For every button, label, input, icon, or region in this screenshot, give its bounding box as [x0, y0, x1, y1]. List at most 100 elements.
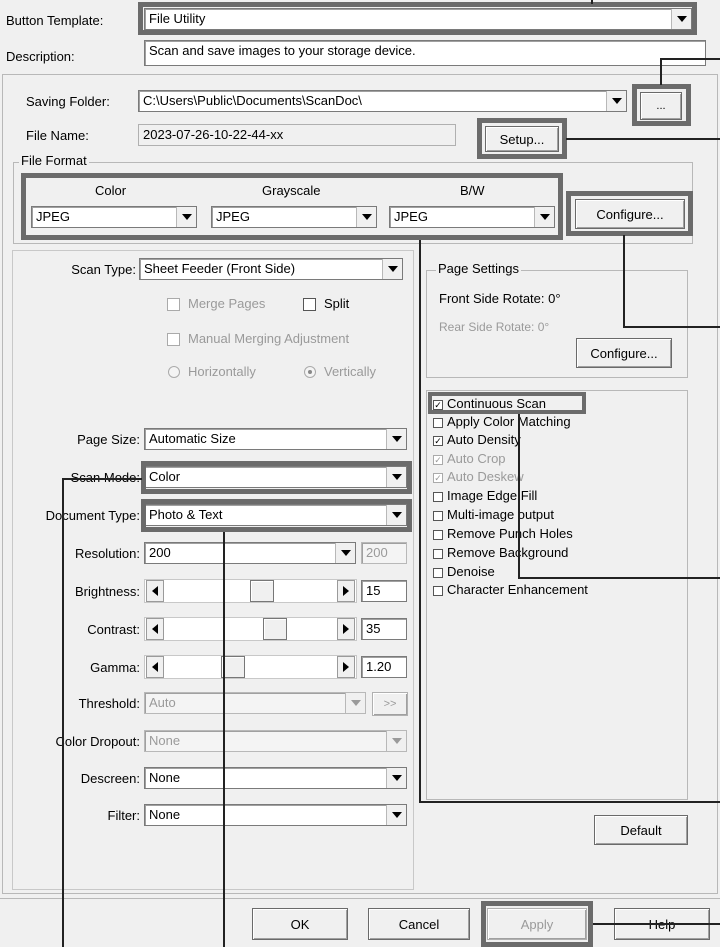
file-format-title: File Format [19, 153, 89, 168]
chevron-down-icon[interactable] [386, 731, 406, 751]
option-checkbox[interactable]: ✓ [433, 454, 443, 465]
split-checkbox[interactable] [303, 298, 316, 311]
document-type-value: Photo & Text [149, 507, 223, 522]
file-name-label: File Name: [26, 128, 89, 143]
option-checkbox[interactable] [433, 567, 443, 578]
option-auto-deskew[interactable]: ✓ Auto Deskew [433, 469, 524, 487]
option-remove-background[interactable]: Remove Background [433, 545, 568, 563]
rear-side-rotate: Rear Side Rotate: 0° [439, 320, 550, 334]
slider-left-icon[interactable] [146, 618, 164, 640]
default-button[interactable]: Default [594, 815, 688, 845]
slider-right-icon[interactable] [337, 580, 355, 602]
setup-button[interactable]: Setup... [485, 126, 559, 152]
page-settings-title: Page Settings [436, 261, 521, 276]
grayscale-format-value: JPEG [216, 209, 250, 224]
brightness-thumb[interactable] [250, 580, 275, 602]
option-checkbox[interactable] [433, 585, 443, 596]
slider-left-icon[interactable] [146, 580, 164, 602]
chevron-down-icon[interactable] [534, 207, 554, 227]
option-checkbox[interactable]: ✓ [433, 435, 443, 446]
option-checkbox[interactable] [433, 510, 443, 521]
option-checkbox[interactable]: ✓ [433, 399, 443, 410]
button-template-select[interactable]: File Utility [144, 8, 692, 30]
split-label: Split [324, 296, 350, 311]
color-dropout-select[interactable]: None [144, 730, 407, 752]
bw-format-value: JPEG [394, 209, 428, 224]
color-format-select[interactable]: JPEG [31, 206, 197, 228]
slider-left-icon[interactable] [146, 656, 164, 678]
chevron-down-icon[interactable] [606, 91, 626, 111]
chevron-down-icon[interactable] [382, 259, 402, 279]
option-checkbox[interactable] [433, 417, 443, 428]
merge-pages-checkbox[interactable] [167, 298, 180, 311]
option-multi-image-output[interactable]: Multi-image output [433, 507, 554, 525]
option-image-edge-fill[interactable]: Image Edge Fill [433, 488, 537, 506]
chevron-down-icon[interactable] [386, 768, 406, 788]
color-format-value: JPEG [36, 209, 70, 224]
brightness-slider[interactable] [144, 579, 357, 603]
scan-mode-select[interactable]: Color [144, 466, 407, 488]
option-remove-punch-holes[interactable]: Remove Punch Holes [433, 526, 573, 544]
browse-folder-button[interactable]: ... [640, 92, 682, 120]
chevron-down-icon[interactable] [671, 9, 691, 29]
description-value: Scan and save images to your storage dev… [149, 43, 416, 58]
threshold-select[interactable]: Auto [144, 692, 366, 714]
file-name-value: 2023-07-26-10-22-44-xx [143, 127, 284, 142]
front-side-rotate: Front Side Rotate: 0° [439, 291, 561, 306]
option-label: Apply Color Matching [447, 414, 571, 429]
contrast-thumb[interactable] [263, 618, 288, 640]
scan-type-select[interactable]: Sheet Feeder (Front Side) [139, 258, 403, 280]
option-denoise[interactable]: Denoise [433, 564, 495, 582]
ok-button[interactable]: OK [252, 908, 348, 940]
gamma-field[interactable]: 1.20 [361, 656, 407, 678]
chevron-down-icon[interactable] [386, 467, 406, 487]
horizontally-label: Horizontally [188, 364, 256, 379]
chevron-down-icon[interactable] [335, 543, 355, 563]
filter-select[interactable]: None [144, 804, 407, 826]
chevron-down-icon[interactable] [386, 429, 406, 449]
vertically-radio[interactable] [304, 366, 316, 378]
bw-format-select[interactable]: JPEG [389, 206, 555, 228]
option-auto-density[interactable]: ✓ Auto Density [433, 432, 521, 450]
option-auto-crop[interactable]: ✓ Auto Crop [433, 451, 506, 469]
option-checkbox[interactable] [433, 491, 443, 502]
grayscale-format-select[interactable]: JPEG [211, 206, 377, 228]
gamma-label: Gamma: [90, 660, 140, 675]
contrast-field[interactable]: 35 [361, 618, 407, 640]
horizontally-radio[interactable] [168, 366, 180, 378]
slider-right-icon[interactable] [337, 656, 355, 678]
resolution-select[interactable]: 200 [144, 542, 356, 564]
scan-type-value: Sheet Feeder (Front Side) [144, 261, 296, 276]
option-label: Remove Punch Holes [447, 526, 573, 541]
chevron-down-icon[interactable] [386, 505, 406, 525]
option-label: Denoise [447, 564, 495, 579]
threshold-advanced-button[interactable]: >> [372, 692, 408, 716]
gamma-thumb[interactable] [220, 656, 245, 678]
option-checkbox[interactable] [433, 548, 443, 559]
saving-folder-select[interactable]: C:\Users\Public\Documents\ScanDoc\ [138, 90, 627, 112]
cancel-button[interactable]: Cancel [368, 908, 470, 940]
format-configure-button[interactable]: Configure... [575, 199, 685, 229]
chevron-down-icon[interactable] [386, 805, 406, 825]
option-checkbox[interactable]: ✓ [433, 472, 443, 483]
option-character-enhancement[interactable]: Character Enhancement [433, 582, 588, 600]
option-checkbox[interactable] [433, 529, 443, 540]
chevron-down-icon[interactable] [345, 693, 365, 713]
descreen-select[interactable]: None [144, 767, 407, 789]
brightness-field[interactable]: 15 [361, 580, 407, 602]
document-type-select[interactable]: Photo & Text [144, 504, 407, 526]
slider-right-icon[interactable] [337, 618, 355, 640]
gamma-slider[interactable] [144, 655, 357, 679]
page-size-select[interactable]: Automatic Size [144, 428, 407, 450]
apply-button[interactable]: Apply [487, 908, 587, 940]
chevron-down-icon[interactable] [356, 207, 376, 227]
help-button[interactable]: Help [614, 908, 710, 940]
manual-merge-checkbox[interactable] [167, 333, 180, 346]
option-continuous-scan[interactable]: ✓ Continuous Scan [433, 396, 546, 414]
description-field[interactable]: Scan and save images to your storage dev… [144, 40, 706, 66]
chevron-down-icon[interactable] [176, 207, 196, 227]
contrast-slider[interactable] [144, 617, 357, 641]
resolution-custom-field[interactable]: 200 [361, 542, 407, 564]
page-settings-configure-button[interactable]: Configure... [576, 338, 672, 368]
option-apply-color-matching[interactable]: Apply Color Matching [433, 414, 571, 432]
